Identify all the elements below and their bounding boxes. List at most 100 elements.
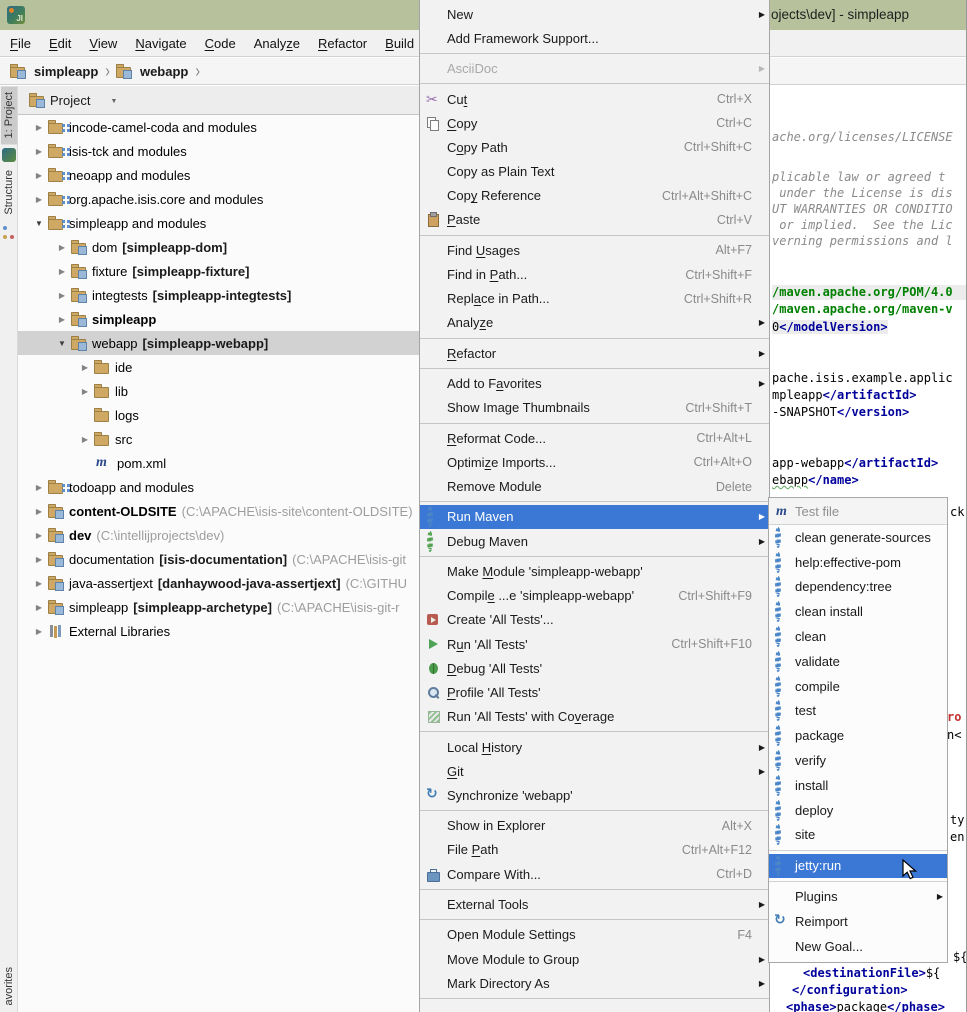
collapsed-arrow-icon[interactable]: ▶ — [32, 123, 46, 132]
menu-item-copy[interactable]: CopyCtrl+C — [420, 111, 769, 135]
tree-row-dom[interactable]: ▶dom[simpleapp-dom] — [18, 235, 420, 259]
menu-item-run--all-tests-[interactable]: Run 'All Tests'Ctrl+Shift+F10 — [420, 632, 769, 656]
expanded-arrow-icon[interactable]: ▼ — [32, 219, 46, 228]
menu-item-run-maven[interactable]: Run Maven▶ — [420, 505, 769, 529]
menubar-item-edit[interactable]: Edit — [40, 36, 80, 51]
tree-row-webapp[interactable]: ▼webapp[simpleapp-webapp] — [18, 331, 420, 355]
collapsed-arrow-icon[interactable]: ▶ — [32, 555, 46, 564]
menu-item-cut[interactable]: CutCtrl+X — [420, 87, 769, 111]
menubar-item-build[interactable]: Build — [376, 36, 423, 51]
menu-item-replace-in-path---[interactable]: Replace in Path...Ctrl+Shift+R — [420, 287, 769, 311]
collapsed-arrow-icon[interactable]: ▶ — [32, 579, 46, 588]
expanded-arrow-icon[interactable]: ▼ — [55, 339, 69, 348]
submenu-item-test[interactable]: test — [769, 699, 947, 724]
tree-row-external-libraries[interactable]: ▶External Libraries — [18, 619, 420, 643]
collapsed-arrow-icon[interactable]: ▶ — [78, 387, 92, 396]
collapsed-arrow-icon[interactable]: ▶ — [32, 531, 46, 540]
tree-row-isis-tck-and-modules[interactable]: ▶isis-tck and modules — [18, 139, 420, 163]
menu-item-copy-reference[interactable]: Copy ReferenceCtrl+Alt+Shift+C — [420, 184, 769, 208]
submenu-item-dependency-tree[interactable]: dependency:tree — [769, 575, 947, 600]
tree-row-src[interactable]: ▶src — [18, 427, 420, 451]
menu-item-external-tools[interactable]: External Tools▶ — [420, 892, 769, 916]
menu-item-run--all-tests--with-coverage[interactable]: Run 'All Tests' with Coverage — [420, 705, 769, 729]
project-panel-header[interactable]: Project ▼ — [18, 86, 420, 115]
menu-item-refactor[interactable]: Refactor▶ — [420, 341, 769, 365]
menu-item-new[interactable]: New▶ — [420, 2, 769, 26]
collapsed-arrow-icon[interactable]: ▶ — [32, 195, 46, 204]
tree-row-neoapp-and-modules[interactable]: ▶neoapp and modules — [18, 163, 420, 187]
menu-item-paste[interactable]: PasteCtrl+V — [420, 208, 769, 232]
tree-row-documentation[interactable]: ▶documentation[isis-documentation](C:\AP… — [18, 547, 420, 571]
tree-row-pom-xml[interactable]: mpom.xml — [18, 451, 420, 475]
menu-item-add-framework-support---[interactable]: Add Framework Support... — [420, 26, 769, 50]
menu-item-remove-module[interactable]: Remove ModuleDelete — [420, 475, 769, 499]
tool-button-structure[interactable]: Structure — [0, 164, 17, 241]
menu-item-make-module--simpleapp-webapp-[interactable]: Make Module 'simpleapp-webapp' — [420, 559, 769, 583]
tree-row-lib[interactable]: ▶lib — [18, 379, 420, 403]
submenu-item-clean-generate-sources[interactable]: clean generate-sources — [769, 525, 947, 550]
menu-item-add-to-favorites[interactable]: Add to Favorites▶ — [420, 372, 769, 396]
collapsed-arrow-icon[interactable]: ▶ — [32, 627, 46, 636]
collapsed-arrow-icon[interactable]: ▶ — [78, 435, 92, 444]
tree-row-incode-camel-coda-and-modules[interactable]: ▶incode-camel-coda and modules — [18, 115, 420, 139]
submenu-item-install[interactable]: install — [769, 773, 947, 798]
menubar-item-navigate[interactable]: Navigate — [126, 36, 195, 51]
menu-item-compare-with---[interactable]: Compare With...Ctrl+D — [420, 862, 769, 886]
submenu-item-package[interactable]: package — [769, 723, 947, 748]
submenu-item-deploy[interactable]: deploy — [769, 798, 947, 823]
submenu-item-new-goal---[interactable]: New Goal... — [769, 934, 947, 959]
submenu-item-reimport[interactable]: Reimport — [769, 909, 947, 934]
menu-item-analyze[interactable]: Analyze▶ — [420, 311, 769, 335]
menubar-item-refactor[interactable]: Refactor — [309, 36, 376, 51]
menu-item-move-module-to-group[interactable]: Move Module to Group▶ — [420, 947, 769, 971]
menu-item-local-history[interactable]: Local History▶ — [420, 735, 769, 759]
collapsed-arrow-icon[interactable]: ▶ — [32, 603, 46, 612]
submenu-item-site[interactable]: site — [769, 823, 947, 848]
submenu-item-clean-install[interactable]: clean install — [769, 599, 947, 624]
chevron-down-icon[interactable]: ▼ — [110, 98, 117, 105]
menu-item-debug-maven[interactable]: Debug Maven▶ — [420, 529, 769, 553]
submenu-item-help-effective-pom[interactable]: help:effective-pom — [769, 550, 947, 575]
tree-row-simpleapp-and-modules[interactable]: ▼simpleapp and modules — [18, 211, 420, 235]
menu-item-compile----e--simpleapp-webapp-[interactable]: Compile ...e 'simpleapp-webapp'Ctrl+Shif… — [420, 584, 769, 608]
tool-button----project[interactable]: 1: Project — [0, 86, 17, 164]
menubar-item-view[interactable]: View — [80, 36, 126, 51]
menu-item-profile--all-tests-[interactable]: Profile 'All Tests' — [420, 680, 769, 704]
breadcrumb-item-webapp[interactable]: webapp› — [114, 62, 204, 80]
tree-row-simpleapp[interactable]: ▶simpleapp[simpleapp-archetype](C:\APACH… — [18, 595, 420, 619]
collapsed-arrow-icon[interactable]: ▶ — [78, 363, 92, 372]
breadcrumb-item-simpleapp[interactable]: simpleapp› — [8, 62, 114, 80]
collapsed-arrow-icon[interactable]: ▶ — [55, 243, 69, 252]
menu-item-debug--all-tests-[interactable]: Debug 'All Tests' — [420, 656, 769, 680]
menu-item-open-module-settings[interactable]: Open Module SettingsF4 — [420, 923, 769, 947]
menu-item-create--all-tests----[interactable]: Create 'All Tests'... — [420, 608, 769, 632]
submenu-item-clean[interactable]: clean — [769, 624, 947, 649]
menu-item-find-usages[interactable]: Find UsagesAlt+F7 — [420, 238, 769, 262]
menu-item-copy-path[interactable]: Copy PathCtrl+Shift+C — [420, 135, 769, 159]
menu-item-file-path[interactable]: File PathCtrl+Alt+F12 — [420, 838, 769, 862]
tree-row-dev[interactable]: ▶dev(C:\intellijprojects\dev) — [18, 523, 420, 547]
menubar-item-file[interactable]: File — [1, 36, 40, 51]
collapsed-arrow-icon[interactable]: ▶ — [32, 147, 46, 156]
collapsed-arrow-icon[interactable]: ▶ — [55, 315, 69, 324]
tool-button-favorites[interactable]: avorites — [1, 961, 17, 1012]
tree-row-ide[interactable]: ▶ide — [18, 355, 420, 379]
collapsed-arrow-icon[interactable]: ▶ — [32, 483, 46, 492]
menu-item-reformat-code---[interactable]: Reformat Code...Ctrl+Alt+L — [420, 426, 769, 450]
collapsed-arrow-icon[interactable]: ▶ — [32, 507, 46, 516]
tree-row-content-oldsite[interactable]: ▶content-OLDSITE(C:\APACHE\isis-site\con… — [18, 499, 420, 523]
menu-item-show-image-thumbnails[interactable]: Show Image ThumbnailsCtrl+Shift+T — [420, 396, 769, 420]
collapsed-arrow-icon[interactable]: ▶ — [32, 171, 46, 180]
tree-row-todoapp-and-modules[interactable]: ▶todoapp and modules — [18, 475, 420, 499]
tree-row-simpleapp[interactable]: ▶simpleapp — [18, 307, 420, 331]
menu-item-optimize-imports---[interactable]: Optimize Imports...Ctrl+Alt+O — [420, 450, 769, 474]
collapsed-arrow-icon[interactable]: ▶ — [55, 291, 69, 300]
menu-item-copy-as-plain-text[interactable]: Copy as Plain Text — [420, 160, 769, 184]
menu-item-mark-directory-as[interactable]: Mark Directory As▶ — [420, 971, 769, 995]
menu-item-find-in-path---[interactable]: Find in Path...Ctrl+Shift+F — [420, 262, 769, 286]
menubar-item-analyze[interactable]: Analyze — [245, 36, 309, 51]
tree-row-org-apache-isis-core-and-modules[interactable]: ▶org.apache.isis.core and modules — [18, 187, 420, 211]
submenu-item-validate[interactable]: validate — [769, 649, 947, 674]
tree-row-java-assertjext[interactable]: ▶java-assertjext[danhaywood-java-assertj… — [18, 571, 420, 595]
submenu-item-compile[interactable]: compile — [769, 674, 947, 699]
